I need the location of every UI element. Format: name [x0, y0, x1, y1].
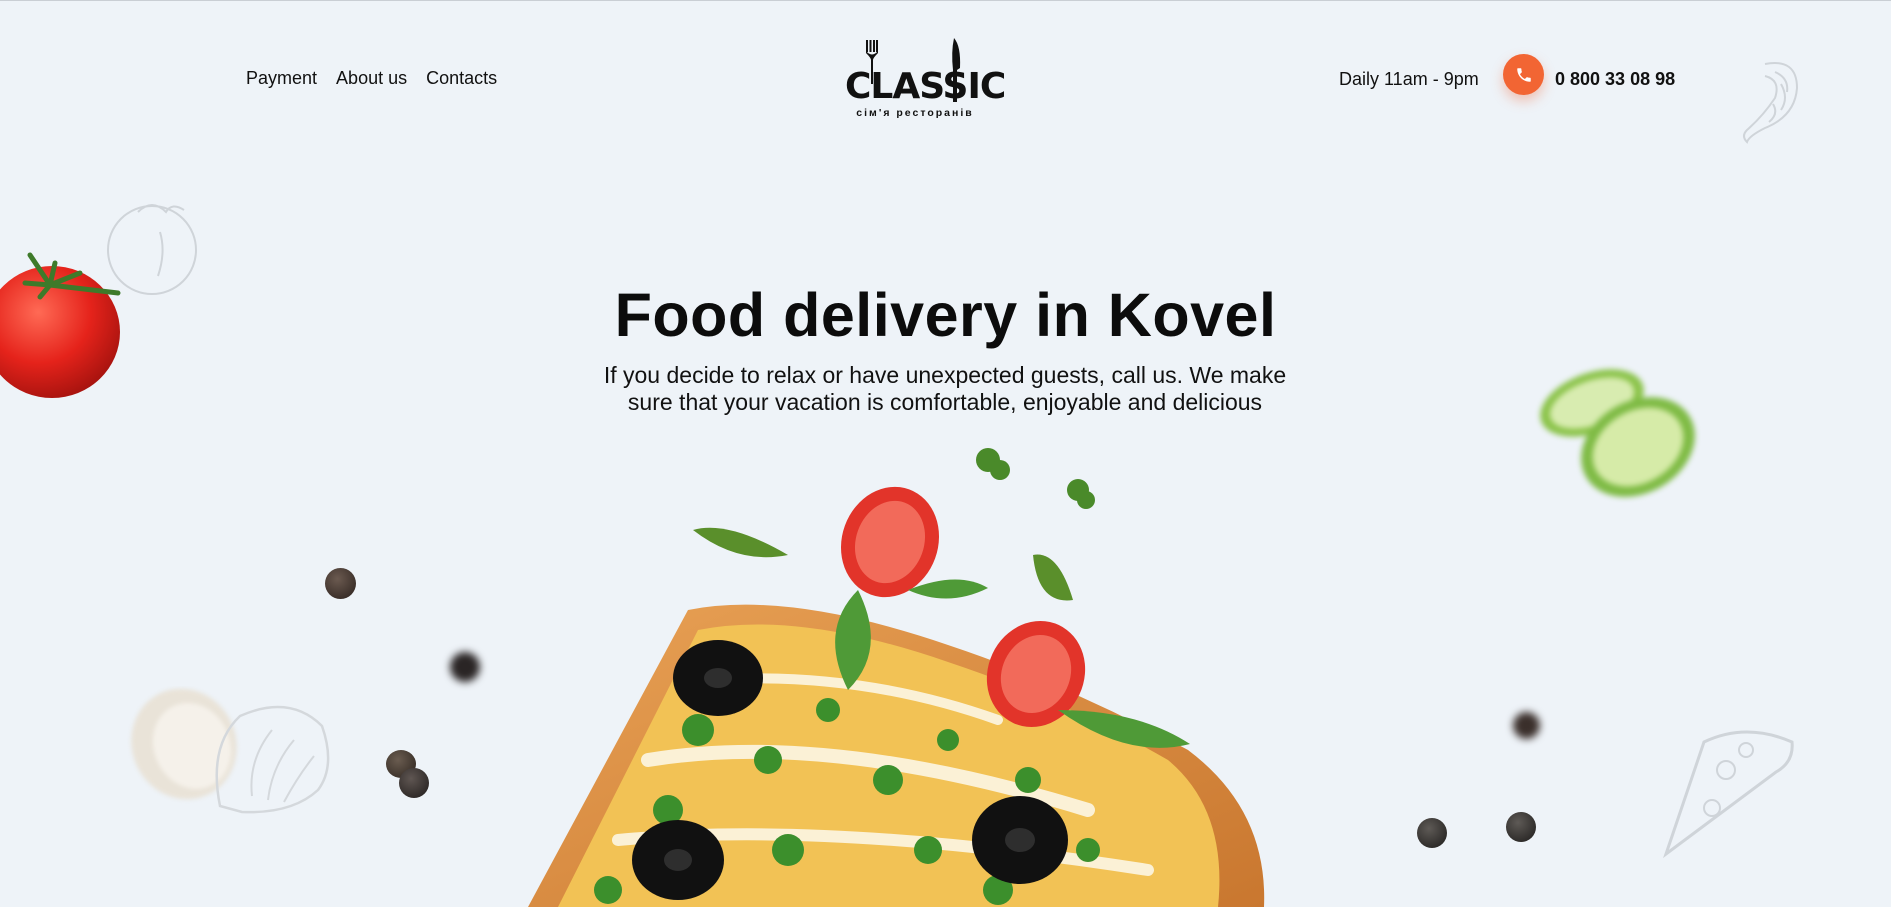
pizza-outline-illustration [1663, 730, 1794, 859]
peppercorn [325, 568, 356, 599]
logo-word: CLASSIC [845, 66, 1006, 107]
opening-hours: Daily 11am - 9pm [1339, 69, 1479, 89]
top-border [0, 0, 1891, 1]
peppercorn [1506, 812, 1536, 842]
peppercorn [1417, 818, 1447, 848]
shrimp-outline-illustration [1743, 62, 1799, 144]
hero-title: Food delivery in Kovel [614, 281, 1277, 349]
peppercorn [399, 768, 429, 798]
nav-contacts[interactable]: Contacts [426, 68, 497, 89]
main-nav: Payment About us Contacts [246, 68, 497, 89]
nav-about-us[interactable]: About us [336, 68, 407, 89]
mushroom-image [131, 688, 330, 814]
call-button[interactable] [1503, 54, 1544, 95]
pizza-image [528, 448, 1265, 907]
tomato-image [0, 252, 121, 398]
nav-payment[interactable]: Payment [246, 68, 317, 89]
peppercorn-blurred [1513, 712, 1540, 739]
hero-subtitle: If you decide to relax or have unexpecte… [603, 362, 1287, 415]
logo-tagline: сім'я ресторанів [856, 107, 974, 119]
phone-icon [1516, 67, 1531, 82]
logo[interactable]: CLASSIC сім'я ресторанів [845, 38, 1006, 122]
peppercorn-blurred [450, 652, 480, 682]
cucumber-image [1540, 369, 1695, 497]
phone-number[interactable]: 0 800 33 08 98 [1555, 69, 1675, 90]
